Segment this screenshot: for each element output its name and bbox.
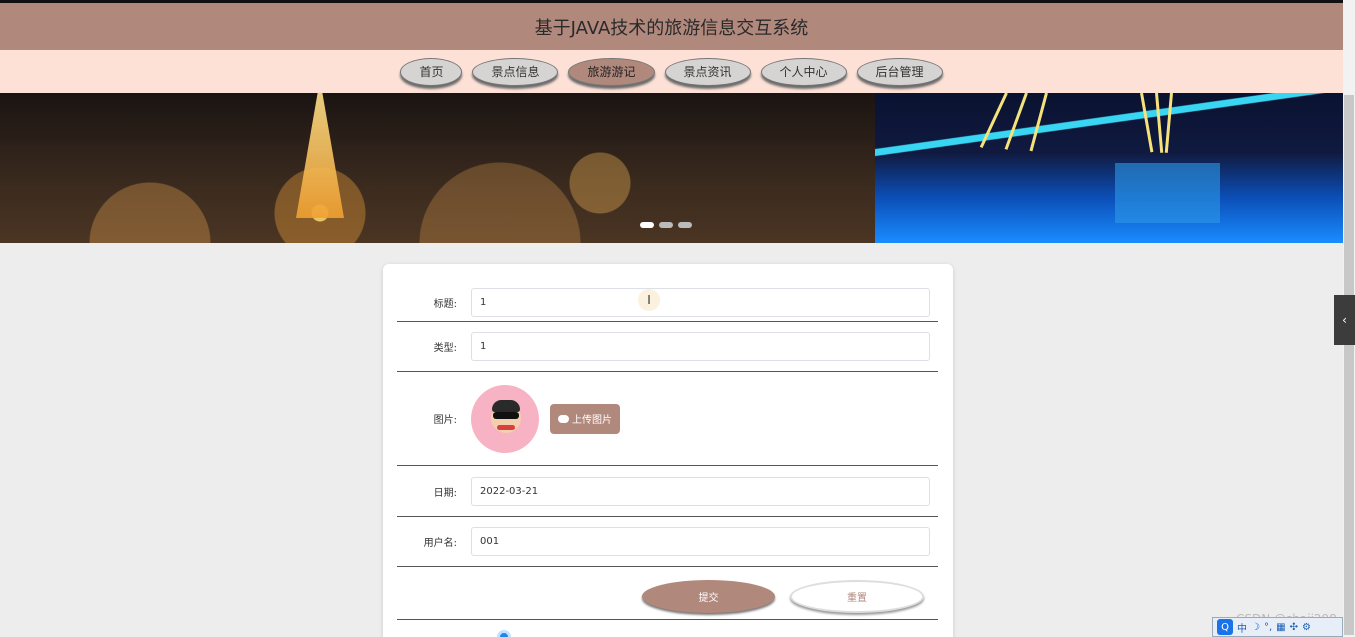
date-label: 日期:: [433, 487, 457, 499]
nav-admin[interactable]: 后台管理: [856, 57, 943, 86]
nav-home[interactable]: 首页: [400, 57, 463, 86]
form-divider: [397, 619, 938, 620]
upload-cloud-icon: [558, 414, 569, 423]
bridge-cable: [979, 93, 1008, 149]
nav-profile[interactable]: 个人中心: [760, 57, 847, 86]
ime-chinese-icon[interactable]: 中: [1237, 620, 1247, 635]
site-header: 基于JAVA技术的旅游信息交互系统: [0, 3, 1343, 50]
type-label: 类型:: [433, 343, 457, 354]
ime-tools-icon[interactable]: ✣: [1290, 622, 1298, 633]
image-preview: [471, 384, 539, 453]
travel-note-form: 标题: 1 类型: 1 图片: 上传图片 日期: 2022-03-21 用户名:…: [383, 264, 953, 637]
bridge-cable: [1029, 93, 1048, 152]
type-input[interactable]: 1: [471, 332, 930, 361]
scrollbar-thumb[interactable]: [1344, 95, 1354, 635]
banner-image-paris: [0, 93, 875, 243]
title-label: 标题:: [433, 299, 457, 310]
form-row-title: 标题: 1: [397, 284, 938, 322]
banner-image-bridge: [875, 93, 1343, 243]
bridge-cable: [1164, 93, 1173, 153]
carousel-indicators: [640, 222, 692, 228]
avatar-mouth: [497, 424, 515, 430]
nav-news[interactable]: 景点资讯: [664, 57, 751, 86]
ime-moon-icon[interactable]: ☽: [1251, 622, 1260, 633]
bridge-pillar: [1115, 163, 1220, 223]
form-row-date: 日期: 2022-03-21: [397, 466, 938, 517]
image-label: 图片:: [433, 415, 457, 426]
username-label: 用户名:: [423, 538, 457, 549]
ime-keyboard-icon[interactable]: ▦: [1276, 622, 1285, 633]
upload-image-button[interactable]: 上传图片: [550, 403, 620, 434]
form-row-image: 图片: 上传图片: [397, 372, 938, 466]
reset-button[interactable]: 重置: [790, 580, 924, 613]
submit-button[interactable]: 提交: [642, 580, 775, 613]
carousel-dot[interactable]: [678, 222, 692, 228]
nav-attractions[interactable]: 景点信息: [472, 57, 559, 86]
main-nav: 首页 景点信息 旅游游记 景点资讯 个人中心 后台管理: [0, 50, 1343, 93]
avatar-glasses: [493, 411, 519, 419]
carousel-dot[interactable]: [659, 222, 673, 228]
upload-button-label: 上传图片: [572, 415, 612, 426]
banner-carousel[interactable]: [0, 93, 1343, 243]
bridge-cable: [1155, 93, 1164, 153]
title-input[interactable]: 1: [471, 288, 930, 317]
text-cursor-icon: I: [638, 289, 660, 311]
date-input[interactable]: 2022-03-21: [471, 476, 930, 506]
eiffel-tower-shape: [296, 93, 344, 218]
ime-tray: Q 中 ☽ °, ▦ ✣ ⚙: [1212, 617, 1343, 637]
site-title: 基于JAVA技术的旅游信息交互系统: [534, 17, 809, 39]
blue-handle[interactable]: [497, 630, 511, 637]
form-row-type: 类型: 1: [397, 322, 938, 372]
ime-q-icon[interactable]: Q: [1217, 619, 1233, 635]
bridge-cable: [1140, 93, 1154, 153]
avatar-hair: [492, 399, 520, 412]
chevron-left-icon[interactable]: ‹: [1334, 295, 1355, 345]
bridge-cable: [1004, 93, 1028, 150]
nav-travel-notes[interactable]: 旅游游记: [568, 57, 655, 86]
carousel-dot[interactable]: [640, 222, 654, 228]
form-row-username: 用户名: 001: [397, 517, 938, 567]
ime-punct-icon[interactable]: °,: [1264, 622, 1272, 633]
username-input[interactable]: 001: [471, 527, 930, 556]
ime-settings-icon[interactable]: ⚙: [1302, 622, 1311, 633]
